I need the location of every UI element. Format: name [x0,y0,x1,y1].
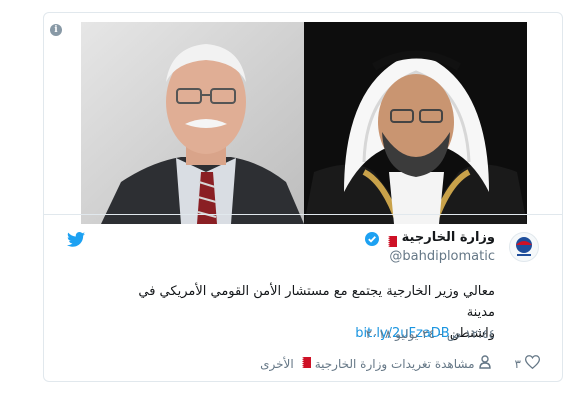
twitter-bird-icon[interactable] [67,232,85,251]
person-icon [478,355,491,372]
portrait-right-image [304,22,527,224]
bahrain-flag-icon [383,232,397,247]
tweet-text-line-1: معالي وزير الخارجية يجتمع مع مستشار الأم… [138,284,495,320]
photo-right[interactable] [304,22,527,224]
tweet-media[interactable] [81,22,527,224]
more-tweets-suffix[interactable]: الأخرى [260,357,294,371]
tweet-actions: ٣ مشاهدة تغريدات وزارة الخارجية الأخرى [260,355,541,372]
display-name[interactable]: وزارة الخارجية [402,230,495,245]
heart-icon[interactable] [524,355,541,372]
bahrain-flag-icon [297,356,311,371]
verified-badge-icon [364,231,379,246]
portrait-left-image [81,22,304,224]
ministry-logo-icon [516,237,532,256]
avatar[interactable] [509,232,539,262]
info-icon[interactable]: i [50,24,62,36]
author-name-row[interactable]: وزارة الخارجية [364,230,495,247]
embedded-tweet-card: i وزارة الخارجية @bahdiplomatic معالي وز… [43,12,563,382]
tweet-body: وزارة الخارجية @bahdiplomatic معالي وزير… [44,214,562,381]
more-tweets-prefix[interactable]: مشاهدة تغريدات وزارة الخارجية [315,357,475,371]
author-handle[interactable]: @bahdiplomatic [389,249,495,264]
like-count[interactable]: ٣ [515,357,521,371]
tweet-timestamp[interactable]: ١٢:٤٤ ص - ٢٤ يوليو ٢٠١٨ [366,327,495,341]
photo-left[interactable] [81,22,304,224]
